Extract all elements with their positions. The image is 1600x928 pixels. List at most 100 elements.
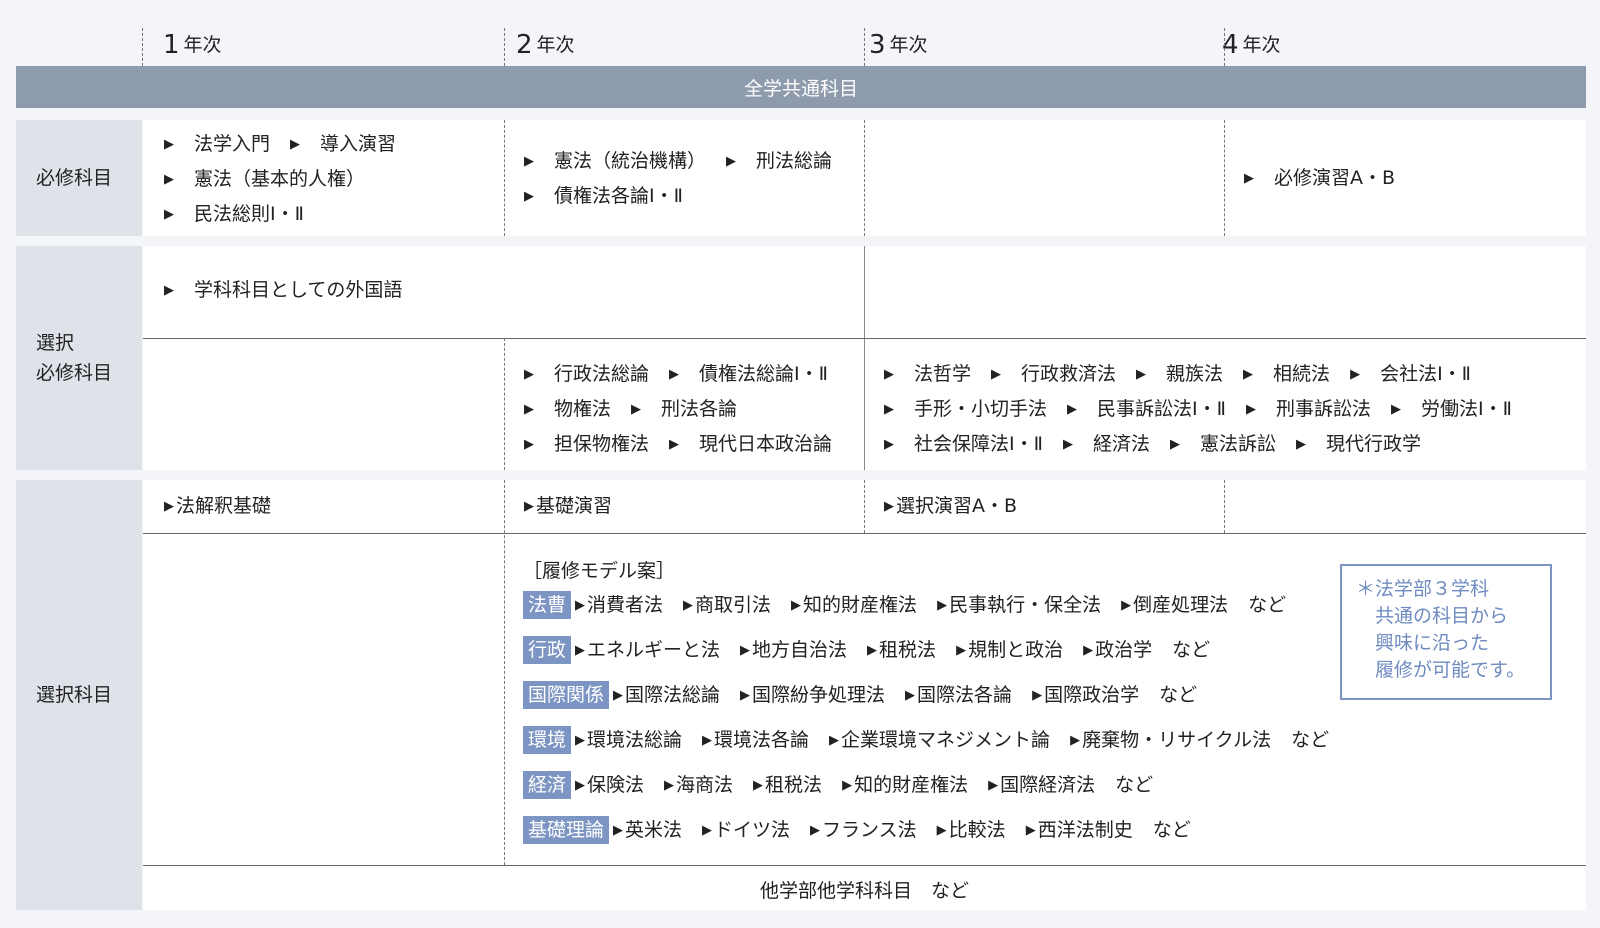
- model-course: 国際経済法: [1000, 774, 1096, 796]
- model-row: 経済 ▶ 保険法 ▶ 海商法 ▶ 租税法 ▶ 知的財産権法 ▶ 国際経済法 など: [523, 770, 1153, 801]
- model-row: 行政 ▶ エネルギーと法 ▶ 地方自治法 ▶ 租税法 ▶ 規制と政治 ▶ 政治学 など: [523, 635, 1210, 666]
- course-name: 基礎演習: [536, 495, 613, 517]
- model-row: 環境 ▶ 環境法総論 ▶ 環境法各論 ▶ 企業環境マネジメント論 ▶ 廃棄物・リサイクル法 など: [523, 725, 1329, 756]
- course-name: 行政法総論: [554, 363, 650, 385]
- bullet-triangle-icon: ▶: [884, 437, 894, 452]
- bullet-triangle-icon: ▶: [575, 733, 586, 748]
- bullet-triangle-icon: ▶: [524, 189, 534, 204]
- bullet-triangle-icon: ▶: [669, 367, 680, 382]
- model-course: 倒産処理法: [1133, 594, 1229, 616]
- course-name: 社会保障法Ⅰ・Ⅱ: [914, 433, 1043, 455]
- bullet-triangle-icon: ▶: [884, 499, 894, 514]
- bullet-triangle-icon: ▶: [1067, 402, 1078, 417]
- bullet-triangle-icon: ▶: [753, 778, 764, 793]
- model-suffix: など: [1291, 729, 1330, 751]
- bullet-triangle-icon: ▶: [1025, 823, 1036, 838]
- course-name: 行政救済法: [1021, 363, 1117, 385]
- model-course: 規制と政治: [968, 639, 1064, 661]
- required-y2: ▶ 憲法（統治機構） ▶ 刑法総論 ▶ 債権法各論Ⅰ・Ⅱ: [524, 144, 852, 214]
- year-header-1: 1 年次: [163, 30, 222, 60]
- course-name: 憲法（基本的人権）: [194, 168, 366, 190]
- model-tag: 国際関係: [523, 681, 610, 709]
- year-header-label: 年次: [889, 34, 928, 56]
- year-header-label: 年次: [183, 34, 222, 56]
- model-row: 基礎理論 ▶ 英米法 ▶ ドイツ法 ▶ フランス法 ▶ 比較法 ▶ 西洋法制史 など: [523, 815, 1191, 846]
- model-tag: 行政: [523, 636, 572, 664]
- required-y1: ▶ 法学入門 ▶ 導入演習 ▶ 憲法（基本的人権） ▶ 民法総則Ⅰ・Ⅱ: [164, 127, 416, 232]
- model-course: 租税法: [765, 774, 823, 796]
- model-course: 保険法: [587, 774, 645, 796]
- course-name: 親族法: [1166, 363, 1224, 385]
- elective-y3: ▶ 選択演習A・B: [884, 489, 1017, 524]
- model-course: 廃棄物・リサイクル法: [1082, 729, 1272, 751]
- bullet-triangle-icon: ▶: [905, 688, 916, 703]
- model-course: 知的財産権法: [854, 774, 969, 796]
- bullet-triangle-icon: ▶: [664, 778, 675, 793]
- elective-y2: ▶ 基礎演習: [524, 489, 612, 524]
- bullet-triangle-icon: ▶: [1169, 437, 1180, 452]
- bullet-triangle-icon: ▶: [1296, 437, 1306, 452]
- bullet-triangle-icon: ▶: [575, 643, 586, 658]
- required-y4: ▶ 必修演習A・B: [1244, 161, 1415, 196]
- course-name: 法哲学: [914, 363, 972, 385]
- bullet-triangle-icon: ▶: [1083, 643, 1094, 658]
- selective-required-y34: ▶ 法哲学 ▶ 行政救済法 ▶ 親族法 ▶ 相続法 ▶ 会社法Ⅰ・Ⅱ ▶ 手形・小切手法 ▶ 民事訴訟法…: [884, 357, 1532, 462]
- bullet-triangle-icon: ▶: [613, 688, 624, 703]
- bullet-triangle-icon: ▶: [1062, 437, 1073, 452]
- model-suffix: など: [1248, 594, 1287, 616]
- bullet-triangle-icon: ▶: [810, 823, 821, 838]
- course-name: 物権法: [554, 398, 612, 420]
- course-name: 会社法Ⅰ・Ⅱ: [1380, 363, 1472, 385]
- bullet-triangle-icon: ▶: [884, 402, 894, 417]
- bullet-triangle-icon: ▶: [842, 778, 853, 793]
- bullet-triangle-icon: ▶: [740, 643, 751, 658]
- bullet-triangle-icon: ▶: [164, 283, 174, 298]
- bullet-triangle-icon: ▶: [702, 823, 713, 838]
- bullet-triangle-icon: ▶: [884, 367, 894, 382]
- row-label-selective-required: 選択 必修科目: [36, 332, 113, 384]
- elective-y1: ▶ 法解釈基礎: [164, 489, 271, 524]
- bullet-triangle-icon: ▶: [1245, 402, 1256, 417]
- bullet-triangle-icon: ▶: [631, 402, 642, 417]
- model-tag: 経済: [523, 771, 572, 799]
- bullet-triangle-icon: ▶: [164, 499, 174, 514]
- bullet-triangle-icon: ▶: [988, 778, 999, 793]
- course-name: 法学入門: [194, 133, 271, 155]
- bullet-triangle-icon: ▶: [1350, 367, 1361, 382]
- course-name: 必修演習A・B: [1274, 167, 1396, 189]
- model-course: 商取引法: [695, 594, 772, 616]
- model-course: エネルギーと法: [587, 639, 721, 661]
- bullet-triangle-icon: ▶: [937, 598, 948, 613]
- model-title: ［履修モデル案］: [523, 560, 676, 582]
- model-course: 海商法: [676, 774, 734, 796]
- model-course: 政治学: [1095, 639, 1153, 661]
- model-row: 法曹 ▶ 消費者法 ▶ 商取引法 ▶ 知的財産権法 ▶ 民事執行・保全法 ▶ 倒産処理法 など: [523, 590, 1286, 621]
- bullet-triangle-icon: ▶: [524, 154, 534, 169]
- course-name: 労働法Ⅰ・Ⅱ: [1421, 398, 1512, 420]
- bullet-triangle-icon: ▶: [524, 437, 534, 452]
- model-course: 西洋法制史: [1037, 819, 1133, 841]
- model-course: 国際政治学: [1044, 684, 1140, 706]
- model-course: ドイツ法: [714, 819, 791, 841]
- course-name: 相続法: [1273, 363, 1331, 385]
- model-course: フランス法: [822, 819, 917, 841]
- year-header-3: 3 年次: [869, 30, 928, 60]
- model-tag: 基礎理論: [523, 816, 610, 844]
- course-name: 民法総則Ⅰ・Ⅱ: [194, 203, 304, 225]
- course-name: 学科科目としての外国語: [194, 279, 403, 301]
- course-name: 選択演習A・B: [896, 495, 1018, 517]
- bullet-triangle-icon: ▶: [1243, 367, 1254, 382]
- bullet-triangle-icon: ▶: [1244, 171, 1254, 186]
- model-suffix: など: [1152, 819, 1191, 841]
- bullet-triangle-icon: ▶: [791, 598, 802, 613]
- bullet-triangle-icon: ▶: [524, 402, 534, 417]
- bullet-triangle-icon: ▶: [613, 823, 624, 838]
- bullet-triangle-icon: ▶: [575, 598, 586, 613]
- model-course: 比較法: [948, 819, 1006, 841]
- common-subjects-band: 全学共通科目: [16, 66, 1586, 108]
- model-course: 地方自治法: [752, 639, 848, 661]
- bullet-triangle-icon: ▶: [669, 437, 680, 452]
- course-name: 憲法（統治機構）: [554, 150, 707, 172]
- model-suffix: など: [1172, 639, 1211, 661]
- course-name: 刑法総論: [756, 150, 833, 172]
